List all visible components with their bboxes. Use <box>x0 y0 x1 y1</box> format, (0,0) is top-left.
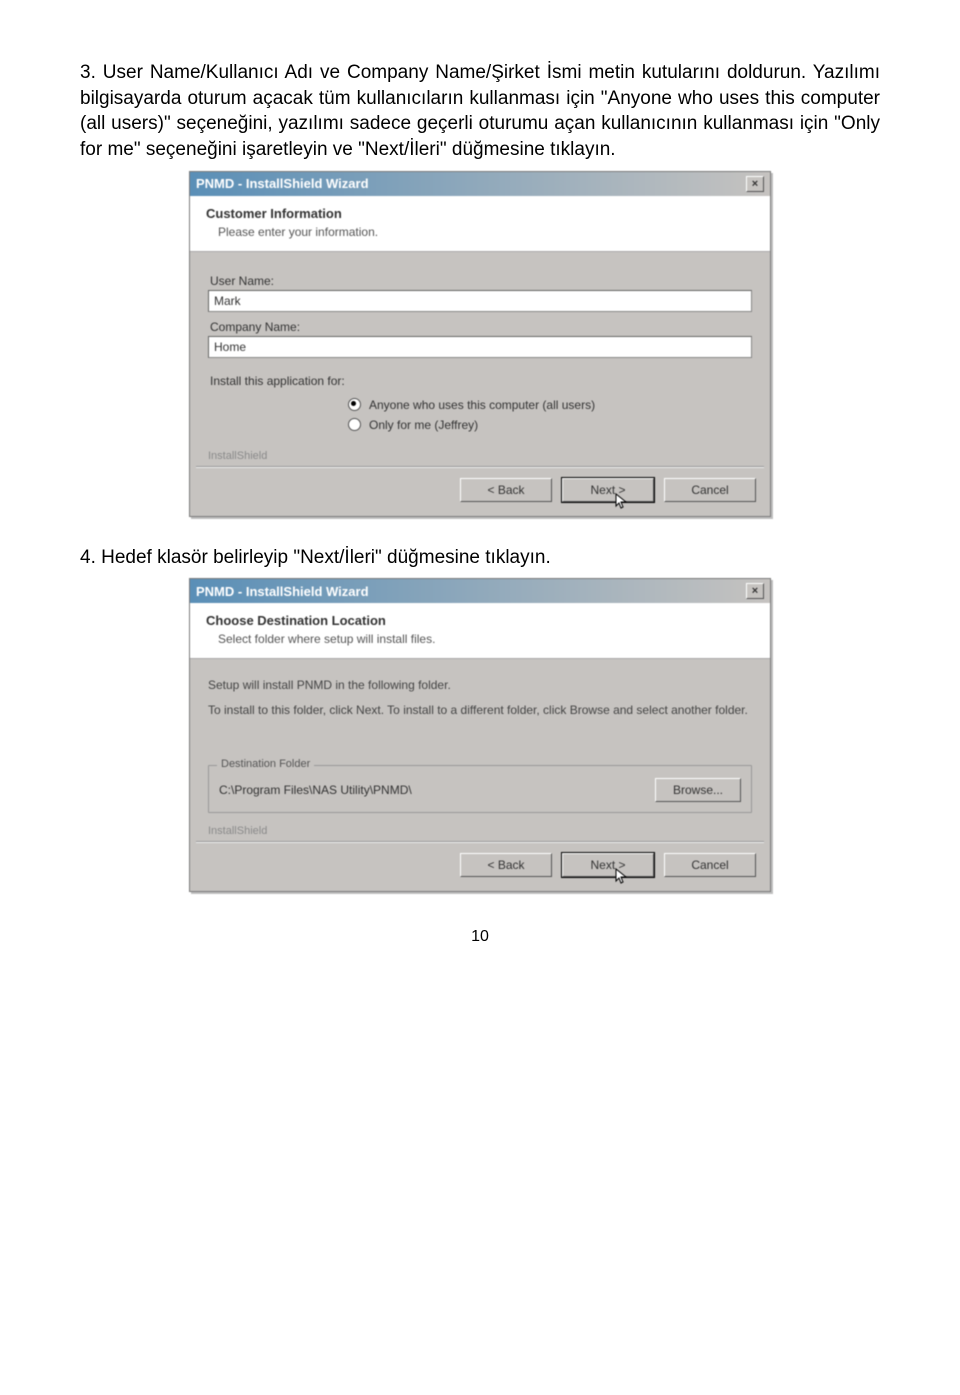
radio-all-users[interactable]: Anyone who uses this computer (all users… <box>348 398 752 412</box>
document-page: 3. User Name/Kullanıcı Adı ve Company Na… <box>0 0 960 986</box>
installshield-brand: InstallShield <box>190 821 770 841</box>
radio-icon <box>348 398 361 411</box>
next-button-label: Next > <box>590 858 625 872</box>
destination-folder-group: Destination Folder C:\Program Files\NAS … <box>208 765 752 813</box>
user-name-label: User Name: <box>210 274 752 288</box>
back-button[interactable]: < Back <box>460 853 552 877</box>
company-name-label: Company Name: <box>210 320 752 334</box>
installshield-brand: InstallShield <box>190 446 770 466</box>
screenshot-destination: PNMD - InstallShield Wizard × Choose Des… <box>80 578 880 892</box>
installer-dialog-1: PNMD - InstallShield Wizard × Customer I… <box>189 171 771 517</box>
cancel-button[interactable]: Cancel <box>664 853 756 877</box>
header-title: Customer Information <box>206 206 756 221</box>
button-row: < Back Next > Cancel <box>190 468 770 516</box>
next-button[interactable]: Next > <box>562 853 654 877</box>
company-name-input[interactable]: Home <box>208 336 752 358</box>
body-line-2: To install to this folder, click Next. T… <box>208 702 752 719</box>
header-subtitle: Select folder where setup will install f… <box>218 632 756 646</box>
header-subtitle: Please enter your information. <box>218 225 756 239</box>
dialog-header: Customer Information Please enter your i… <box>190 196 770 252</box>
page-number: 10 <box>80 928 880 946</box>
installer-dialog-2: PNMD - InstallShield Wizard × Choose Des… <box>189 578 771 892</box>
next-button[interactable]: Next > <box>562 478 654 502</box>
close-icon[interactable]: × <box>746 176 764 192</box>
close-icon[interactable]: × <box>746 583 764 599</box>
user-name-input[interactable]: Mark <box>208 290 752 312</box>
cancel-button[interactable]: Cancel <box>664 478 756 502</box>
dialog-body: User Name: Mark Company Name: Home Insta… <box>190 252 770 446</box>
button-row: < Back Next > Cancel <box>190 843 770 891</box>
window-title: PNMD - InstallShield Wizard <box>196 176 369 191</box>
next-button-label: Next > <box>590 483 625 497</box>
instruction-step-4: 4. Hedef klasör belirleyip "Next/İleri" … <box>80 545 880 571</box>
dialog-body: Setup will install PNMD in the following… <box>190 659 770 821</box>
header-title: Choose Destination Location <box>206 613 756 628</box>
back-button[interactable]: < Back <box>460 478 552 502</box>
install-for-label: Install this application for: <box>210 374 752 388</box>
instruction-step-3: 3. User Name/Kullanıcı Adı ve Company Na… <box>80 60 880 163</box>
window-title: PNMD - InstallShield Wizard <box>196 584 369 599</box>
radio-label: Anyone who uses this computer (all users… <box>369 398 595 412</box>
destination-legend: Destination Folder <box>217 758 314 770</box>
destination-path: C:\Program Files\NAS Utility\PNMD\ <box>219 783 412 797</box>
titlebar: PNMD - InstallShield Wizard × <box>190 579 770 603</box>
dialog-header: Choose Destination Location Select folde… <box>190 603 770 659</box>
body-line-1: Setup will install PNMD in the following… <box>208 677 752 694</box>
titlebar: PNMD - InstallShield Wizard × <box>190 172 770 196</box>
radio-icon <box>348 418 361 431</box>
screenshot-customer-info: PNMD - InstallShield Wizard × Customer I… <box>80 171 880 517</box>
browse-button[interactable]: Browse... <box>655 778 741 802</box>
radio-only-me[interactable]: Only for me (Jeffrey) <box>348 418 752 432</box>
radio-label: Only for me (Jeffrey) <box>369 418 478 432</box>
